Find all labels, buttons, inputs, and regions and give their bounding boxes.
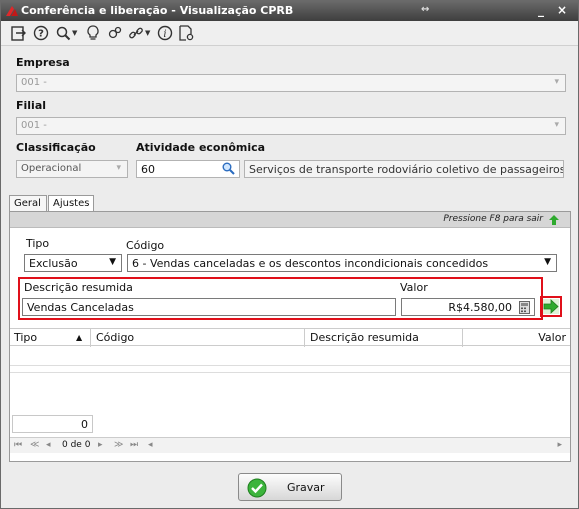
minimize-button[interactable]: _ (538, 3, 544, 17)
title-bar: Conferência e liberação - Visualização C… (1, 1, 578, 21)
filial-label: Filial (16, 99, 47, 112)
atividade-description-field: Serviços de transporte rodoviário coleti… (244, 160, 564, 178)
search-icon[interactable] (222, 162, 235, 177)
grid-row-line (10, 372, 570, 373)
classificacao-select[interactable]: Operacional ▾ (16, 160, 128, 178)
grid-col-codigo[interactable]: Código (96, 331, 134, 344)
classificacao-label: Classificação (16, 141, 96, 154)
help-icon[interactable]: ? (33, 24, 49, 42)
info-icon[interactable]: i (157, 24, 173, 42)
next-page-icon[interactable]: ▸ (98, 440, 103, 450)
search-icon[interactable]: ▼ (56, 24, 77, 42)
main-window: Conferência e liberação - Visualização C… (0, 0, 579, 509)
filial-field[interactable]: 001 - ▾ (16, 117, 566, 135)
valor-input[interactable]: R$4.580,00 (401, 298, 535, 316)
column-separator (304, 329, 305, 347)
chevron-down-icon: ▼ (544, 257, 551, 267)
grid-count: 0 (12, 415, 93, 433)
svg-text:?: ? (38, 29, 44, 40)
panel-header-strip: Pressione F8 para sair (10, 212, 570, 228)
chevron-down-icon: ▾ (116, 163, 121, 173)
confirm-arrow-icon[interactable] (543, 299, 559, 317)
gears-icon[interactable] (107, 24, 123, 42)
last-page-icon[interactable]: ⏭ (130, 440, 138, 450)
grid-col-tipo[interactable]: Tipo (14, 331, 37, 344)
link-icon[interactable]: ▼ (128, 24, 150, 42)
checkmark-icon (247, 478, 267, 501)
ajustes-panel: Pressione F8 para sair Tipo Código Exclu… (9, 211, 571, 462)
atividade-code-field[interactable]: 60 (136, 160, 240, 178)
scroll-right-icon[interactable]: ▸ (557, 440, 562, 450)
prev-page-icon[interactable]: ◂ (46, 440, 51, 450)
codigo-select[interactable]: 6 - Vendas canceladas e os descontos inc… (127, 254, 557, 272)
valor-label: Valor (400, 281, 428, 294)
empresa-value: 001 - (21, 77, 47, 88)
column-separator (462, 329, 463, 347)
filial-value: 001 - (21, 120, 47, 131)
toolbar: ? ▼ ▼ i (1, 21, 578, 46)
tipo-select[interactable]: Exclusão ▼ (24, 254, 122, 272)
tipo-label: Tipo (26, 237, 50, 250)
save-button[interactable]: Gravar (238, 473, 342, 501)
descricao-input[interactable]: Vendas Canceladas (22, 298, 396, 316)
grid-header: Tipo ▲ Código Descrição resumida Valor (10, 328, 570, 347)
grid-col-valor[interactable]: Valor (538, 331, 566, 344)
first-page-icon[interactable]: ⏮ (14, 440, 22, 450)
app-logo-icon (6, 6, 18, 16)
window-title: Conferência e liberação - Visualização C… (21, 4, 294, 17)
atividade-label: Atividade econômica (136, 141, 266, 154)
sort-ascending-icon[interactable]: ▲ (76, 333, 82, 342)
next-page-fast-icon[interactable]: ≫ (114, 440, 123, 450)
grid-col-descricao[interactable]: Descrição resumida (310, 331, 419, 344)
document-settings-icon[interactable] (179, 24, 194, 42)
tab-geral[interactable]: Geral (9, 195, 47, 212)
valor-value: R$4.580,00 (448, 301, 512, 314)
chevron-down-icon: ▼ (109, 257, 116, 267)
grid-row-line (10, 365, 570, 366)
chevron-down-icon: ▼ (72, 29, 78, 37)
arrow-up-icon[interactable] (548, 214, 560, 229)
save-button-label: Gravar (287, 481, 325, 494)
chevron-down-icon: ▼ (145, 29, 151, 37)
codigo-value: 6 - Vendas canceladas e os descontos inc… (132, 257, 489, 270)
calculator-icon[interactable] (519, 301, 530, 317)
codigo-label: Código (126, 239, 165, 252)
close-button[interactable]: × (557, 3, 567, 17)
tab-ajustes[interactable]: Ajustes (48, 195, 94, 212)
chevron-down-icon: ▾ (554, 77, 559, 87)
svg-text:i: i (163, 29, 166, 40)
empresa-label: Empresa (16, 56, 70, 69)
prev-page-fast-icon[interactable]: ≪ (30, 440, 39, 450)
scroll-left-icon[interactable]: ◂ (148, 440, 153, 450)
pager-bar: ⏮ ≪ ◂ 0 de 0 ▸ ≫ ⏭ ◂ ▸ (10, 437, 570, 453)
pager-status: 0 de 0 (62, 440, 91, 450)
chevron-down-icon: ▾ (554, 120, 559, 130)
resize-arrows-icon: ↔ (421, 4, 430, 15)
exit-hint: Pressione F8 para sair (443, 214, 543, 224)
lightbulb-icon[interactable] (86, 24, 100, 42)
empresa-field[interactable]: 001 - ▾ (16, 74, 566, 92)
column-separator (90, 329, 91, 347)
classificacao-value: Operacional (21, 163, 82, 174)
descricao-label: Descrição resumida (24, 281, 133, 294)
export-icon[interactable] (11, 24, 26, 42)
atividade-code-value: 60 (141, 163, 155, 176)
tipo-value: Exclusão (29, 257, 78, 270)
